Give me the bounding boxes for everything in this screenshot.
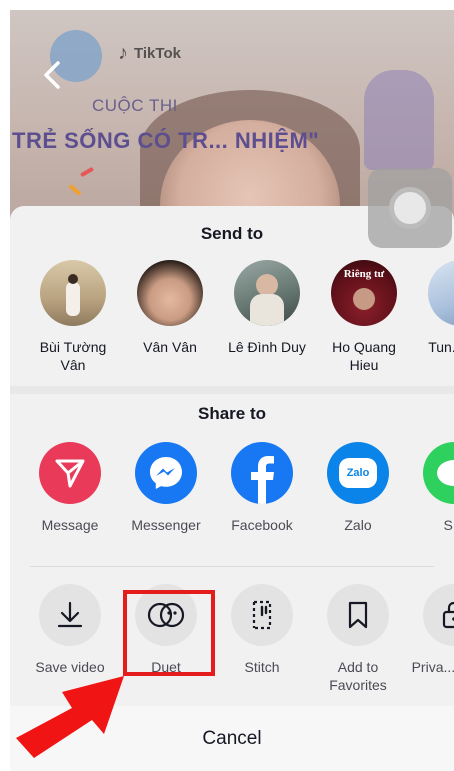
avatar	[40, 260, 106, 326]
contact-name: Tun... Of...	[428, 339, 454, 355]
floating-assistive-button[interactable]	[368, 168, 452, 248]
avatar	[234, 260, 300, 326]
share-sms-button[interactable]: SM	[406, 442, 454, 534]
facebook-icon	[231, 442, 293, 504]
messenger-icon	[135, 442, 197, 504]
row-divider	[30, 566, 434, 567]
contest-title-line1: CUỘC THI	[92, 96, 178, 115]
contact-name: Bùi Tường Vân	[39, 339, 107, 373]
video-illustration	[364, 70, 434, 170]
zalo-icon: Zalo	[327, 442, 389, 504]
stitch-icon	[231, 584, 293, 646]
share-message-button[interactable]: Message	[22, 442, 118, 534]
contact-list: Bùi Tường Vân Vân Vân Lê Đình Duy Riêng …	[10, 260, 454, 390]
share-messenger-button[interactable]: Messenger	[118, 442, 214, 534]
avatar: Riêng tư	[331, 260, 397, 326]
contact-item[interactable]: Tun... Of...	[416, 260, 454, 356]
share-to-title: Share to	[197, 404, 267, 423]
share-zalo-button[interactable]: Zalo Zalo	[310, 442, 406, 534]
contact-item[interactable]: Riêng tư Ho Quang Hieu	[319, 260, 409, 374]
contact-name: Vân Vân	[143, 339, 197, 355]
add-to-favorites-button[interactable]: Add to Favorites	[310, 584, 406, 694]
avatar	[137, 260, 203, 326]
back-chevron-icon[interactable]	[40, 60, 64, 90]
tiktok-note-icon: ♪	[118, 42, 128, 64]
stitch-button[interactable]: Stitch	[214, 584, 310, 676]
avatar	[428, 260, 454, 326]
tiktok-logo: ♪ TikTok	[118, 42, 181, 64]
contact-item[interactable]: Vân Vân	[125, 260, 215, 356]
download-icon	[39, 584, 101, 646]
duet-highlight-box	[123, 590, 215, 676]
lock-icon	[423, 584, 454, 646]
contact-name: Lê Đình Duy	[228, 339, 306, 355]
sms-icon	[423, 442, 454, 504]
share-facebook-button[interactable]: Facebook	[214, 442, 310, 534]
save-video-button[interactable]: Save video	[22, 584, 118, 676]
contact-name: Ho Quang Hieu	[332, 339, 396, 373]
red-arrow-annotation	[16, 676, 124, 758]
send-icon	[39, 442, 101, 504]
privacy-settings-button[interactable]: Priva... setti...	[406, 584, 454, 676]
contest-title-line2: TRẺ SỐNG CÓ TR... NHIỆM"	[12, 128, 320, 153]
contact-item[interactable]: Lê Đình Duy	[222, 260, 312, 356]
section-divider	[10, 386, 454, 394]
contact-item[interactable]: Bùi Tường Vân	[28, 260, 118, 374]
screen: ♪ TikTok CUỘC THI TRẺ SỐNG CÓ TR... NHIỆ…	[0, 0, 454, 771]
bookmark-icon	[327, 584, 389, 646]
